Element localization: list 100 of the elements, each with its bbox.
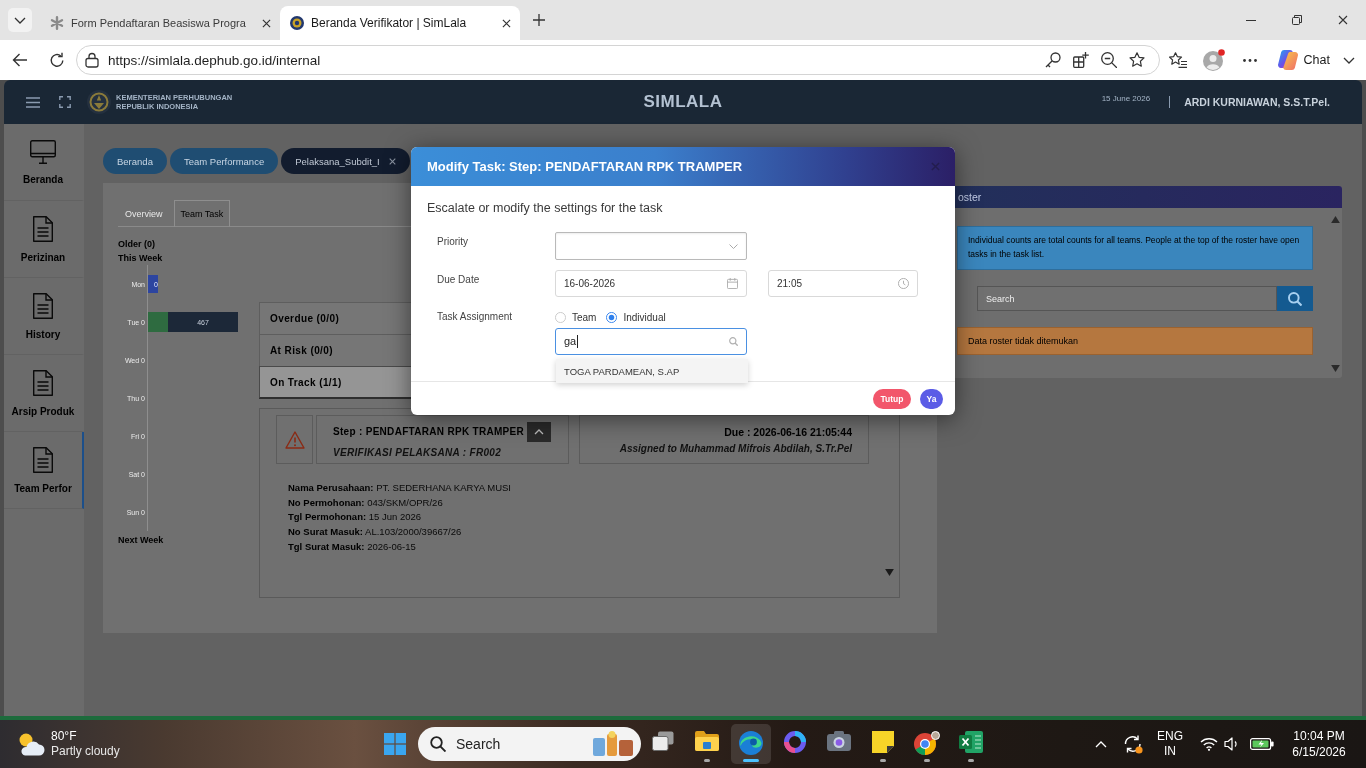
monitor-icon bbox=[30, 139, 56, 164]
running-indicator bbox=[704, 759, 710, 762]
chat-logo-icon bbox=[1277, 50, 1298, 70]
radio-option[interactable]: Team bbox=[555, 311, 597, 323]
calendar-icon bbox=[727, 278, 738, 289]
section-heading: This Week bbox=[118, 252, 164, 265]
search-box[interactable]: Search bbox=[418, 727, 641, 761]
warning-icon bbox=[284, 430, 305, 449]
expand-icon[interactable] bbox=[59, 96, 71, 108]
chevron-down-icon bbox=[14, 16, 26, 24]
collapse-button[interactable] bbox=[527, 421, 552, 442]
restore-icon[interactable] bbox=[1292, 15, 1302, 25]
date-field[interactable]: 16-06-2026 bbox=[555, 270, 747, 297]
camera-icon bbox=[827, 731, 851, 751]
ring-app-icon bbox=[784, 731, 806, 753]
document-icon bbox=[33, 369, 53, 396]
menu-icon[interactable] bbox=[26, 96, 40, 108]
field-label: Due Date bbox=[436, 273, 481, 287]
blocks-illustration-icon bbox=[591, 731, 635, 757]
spreadsheet-app-icon bbox=[959, 731, 983, 753]
empty-message: Data roster tidak ditemukan bbox=[957, 327, 1313, 355]
radio-icon[interactable] bbox=[606, 311, 618, 323]
start-icon[interactable] bbox=[384, 733, 406, 755]
bar-segment bbox=[148, 312, 168, 332]
profile-avatar-icon[interactable] bbox=[1202, 49, 1225, 71]
weather-widget[interactable]: 80°F Partly cloudy bbox=[0, 720, 382, 768]
detail-line: Nama Perusahaan: PT. SEDERHANA KARYA MUSI bbox=[288, 481, 511, 495]
running-indicator bbox=[924, 759, 930, 762]
sync-icon[interactable] bbox=[1123, 734, 1143, 754]
browser-tab[interactable]: Form Pendaftaran Beasiswa Progra bbox=[40, 6, 280, 40]
language-indicator[interactable]: ENG IN bbox=[1157, 729, 1183, 759]
stage-text: VERIFIKASI PELAKSANA : FR002 bbox=[333, 446, 503, 458]
taskbar-app-button[interactable] bbox=[731, 724, 771, 764]
close-icon[interactable] bbox=[502, 18, 511, 28]
close-icon[interactable] bbox=[1338, 15, 1348, 25]
breadcrumb-tab[interactable]: Team Performance bbox=[169, 148, 279, 174]
new-tab-icon[interactable] bbox=[533, 14, 545, 26]
battery-icon[interactable] bbox=[1250, 738, 1274, 750]
clock[interactable]: 10:04 PM 6/15/2026 bbox=[1288, 728, 1350, 760]
field-label: Priority bbox=[436, 235, 470, 249]
view-tab[interactable]: Overview bbox=[118, 200, 170, 227]
weather-icon bbox=[17, 732, 45, 756]
breadcrumb-tab[interactable]: Pelaksana_Subdit_I bbox=[281, 148, 410, 174]
apps-icon[interactable] bbox=[1072, 52, 1089, 68]
search-icon bbox=[430, 736, 446, 752]
assignee-text: Assigned to Muhammad Mifrois Abdilah, S.Tr.Pel bbox=[619, 442, 852, 454]
view-tab[interactable]: Team Task bbox=[173, 200, 231, 227]
assignee-search-field[interactable]: ga bbox=[555, 328, 747, 355]
scroll-up-icon[interactable] bbox=[1330, 216, 1340, 223]
browser-app-icon bbox=[739, 731, 763, 755]
zoom-out-icon[interactable] bbox=[1100, 52, 1117, 68]
radio-option[interactable]: Individual bbox=[606, 311, 666, 323]
task-view-icon bbox=[652, 731, 674, 751]
detail-line: No Surat Masuk: AL.103/2000/39667/26 bbox=[288, 525, 462, 540]
tab-list-button[interactable] bbox=[8, 8, 32, 32]
favorites-icon[interactable] bbox=[1168, 52, 1187, 68]
chevron-down-icon[interactable] bbox=[1343, 56, 1355, 64]
header-date: 15 June 2026 bbox=[1101, 93, 1151, 103]
folder-icon bbox=[695, 731, 719, 751]
search-field[interactable]: Search bbox=[977, 286, 1277, 311]
suggestion-item[interactable]: TOGA PARDAMEAN, S.AP bbox=[556, 359, 748, 383]
key-icon[interactable] bbox=[1044, 52, 1061, 68]
time-field[interactable]: 21:05 bbox=[768, 270, 918, 297]
due-text: Due : 2026-06-16 21:05:44 bbox=[724, 425, 852, 438]
chat-button[interactable]: Chat bbox=[1271, 46, 1336, 74]
running-indicator bbox=[968, 759, 974, 762]
minimize-icon[interactable] bbox=[1246, 19, 1256, 21]
chevron-up-icon[interactable] bbox=[1095, 740, 1107, 748]
document-icon bbox=[33, 215, 53, 242]
refresh-icon[interactable] bbox=[48, 52, 65, 68]
scroll-down-icon[interactable] bbox=[1330, 365, 1340, 372]
volume-icon[interactable] bbox=[1224, 737, 1240, 751]
close-icon[interactable] bbox=[388, 157, 396, 165]
emblem-icon bbox=[290, 16, 304, 30]
app-title: SIMLALA bbox=[643, 92, 723, 112]
browser-app-icon bbox=[914, 731, 940, 755]
more-icon[interactable] bbox=[1242, 58, 1257, 62]
scroll-down-icon[interactable] bbox=[885, 569, 894, 576]
asterisk-icon bbox=[50, 16, 64, 30]
star-icon[interactable] bbox=[1128, 52, 1145, 68]
back-icon[interactable] bbox=[12, 53, 28, 67]
wifi-icon[interactable] bbox=[1200, 737, 1218, 751]
address-bar[interactable]: https://simlala.dephub.go.id/internal bbox=[75, 45, 1160, 75]
detail-line: Tgl Permohonan: 15 Jun 2026 bbox=[288, 510, 422, 525]
info-message: Individual counts are total counts for all teams. People at the top of the roster have open tasks in the task list. bbox=[957, 226, 1313, 270]
section-heading: Next Week bbox=[118, 534, 165, 547]
caret-up-icon bbox=[534, 428, 545, 435]
search-button[interactable] bbox=[1277, 286, 1313, 311]
running-indicator bbox=[743, 759, 759, 762]
emblem-logo-icon bbox=[87, 90, 111, 114]
document-icon bbox=[33, 292, 53, 319]
section-heading: Older (0) bbox=[118, 238, 156, 251]
confirm-button[interactable]: Ya bbox=[920, 388, 943, 409]
breadcrumb-tab[interactable]: Beranda bbox=[103, 148, 167, 174]
detail-line: Tgl Surat Masuk: 2026-06-15 bbox=[288, 539, 416, 554]
radio-icon[interactable] bbox=[555, 311, 566, 323]
browser-tab[interactable]: Beranda Verifikator | SimLala bbox=[280, 6, 520, 40]
close-icon[interactable] bbox=[262, 18, 271, 28]
user-name[interactable]: ARDI KURNIAWAN, S.S.T.Pel. bbox=[1169, 96, 1330, 108]
lock-icon[interactable] bbox=[84, 52, 99, 68]
